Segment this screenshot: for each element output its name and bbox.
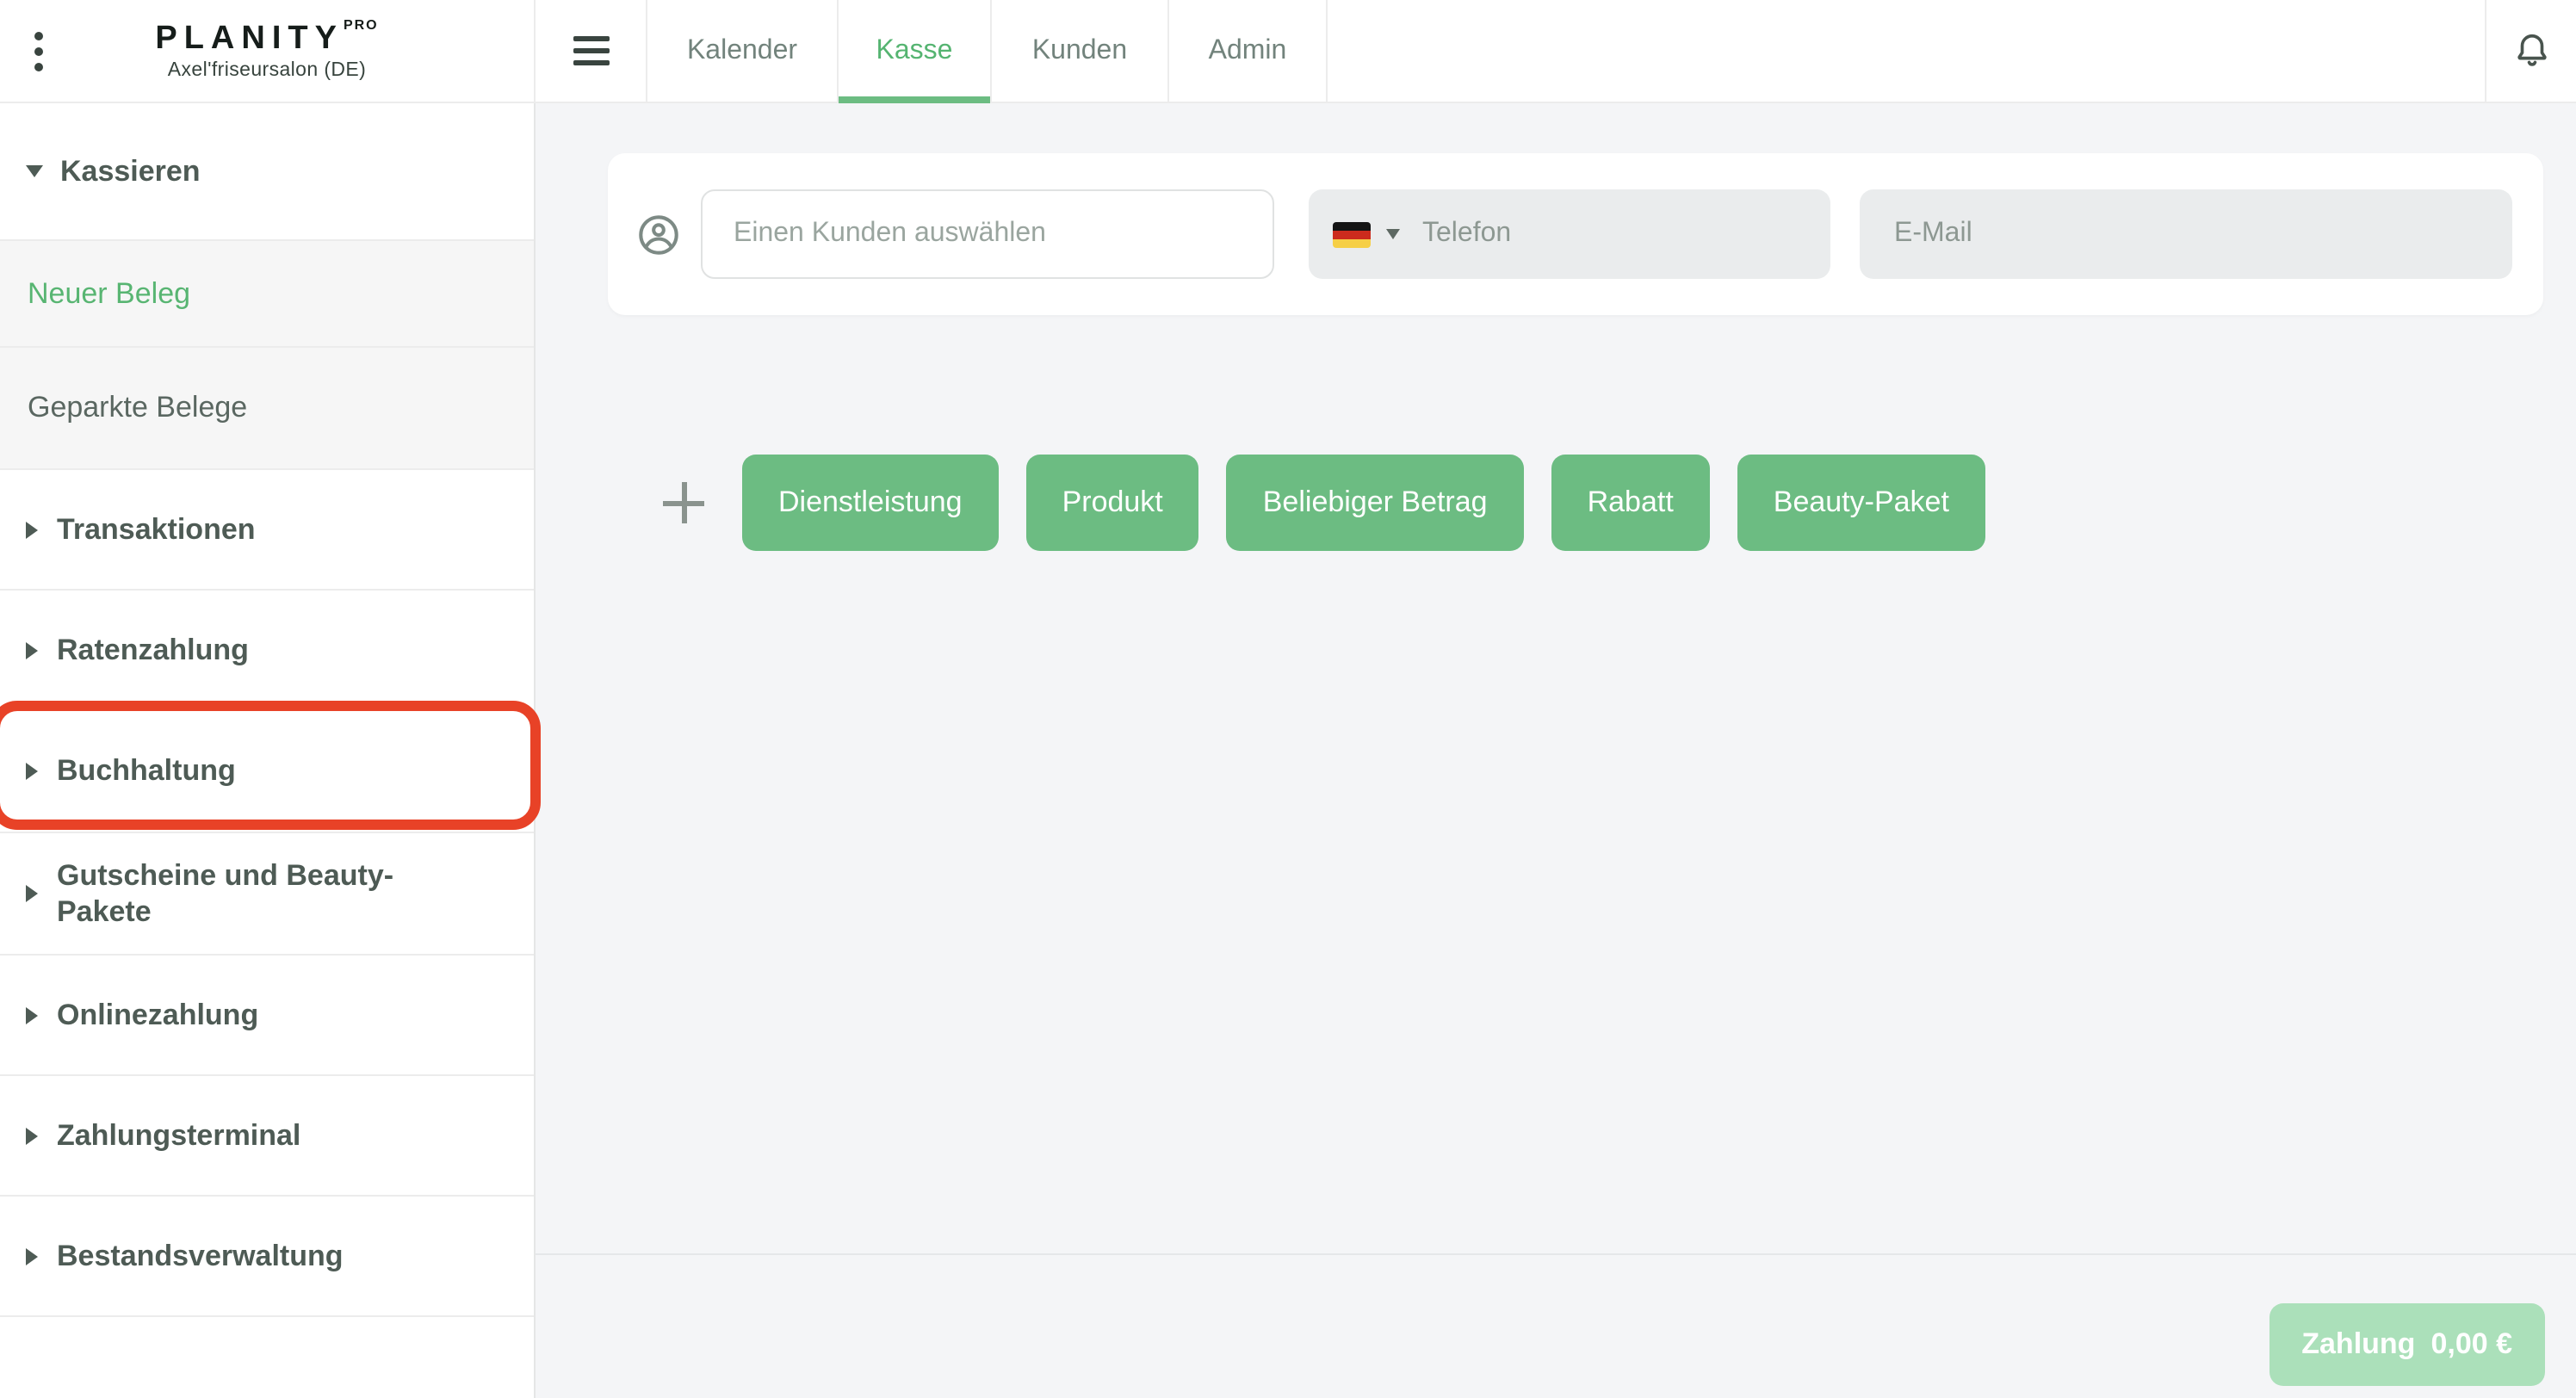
tab-kasse[interactable]: Kasse bbox=[837, 0, 990, 103]
person-circle-icon bbox=[639, 214, 678, 254]
bell-icon bbox=[2517, 34, 2546, 66]
app-root: PLANITYPRO Axel'friseursalon (DE) Kalend… bbox=[0, 0, 2576, 1398]
tab-admin[interactable]: Admin bbox=[1167, 0, 1328, 102]
germany-flag-icon[interactable] bbox=[1333, 221, 1371, 247]
kebab-menu-icon[interactable] bbox=[34, 24, 43, 77]
chevron-down-icon bbox=[26, 165, 43, 177]
brand-panel: PLANITYPRO Axel'friseursalon (DE) bbox=[0, 0, 536, 102]
account-name: Axel'friseursalon (DE) bbox=[167, 59, 367, 80]
email-input[interactable] bbox=[1894, 219, 2478, 250]
main-content: Dienstleistung Produkt Beliebiger Betrag… bbox=[536, 103, 2576, 1398]
sidebar: Kassieren Neuer Beleg Geparkte Belege Tr… bbox=[0, 103, 536, 1398]
sidebar-item-geparkte-belege[interactable]: Geparkte Belege bbox=[0, 348, 534, 470]
chevron-right-icon bbox=[26, 521, 38, 538]
sidebar-item-zahlungsterminal[interactable]: Zahlungsterminal bbox=[0, 1076, 534, 1197]
chevron-right-icon bbox=[26, 1127, 38, 1144]
checkout-footer: Zahlung 0,00 € bbox=[536, 1253, 2576, 1398]
chevron-right-icon bbox=[26, 763, 38, 780]
active-tab-underline bbox=[839, 96, 990, 103]
sidebar-item-onlinezahlung[interactable]: Onlinezahlung bbox=[0, 956, 534, 1076]
phone-input[interactable] bbox=[1422, 219, 1806, 250]
payment-label: Zahlung bbox=[2301, 1327, 2416, 1360]
sidebar-item-kassieren[interactable]: Kassieren bbox=[0, 103, 534, 241]
email-field bbox=[1860, 189, 2512, 279]
logo: PLANITYPRO Axel'friseursalon (DE) bbox=[155, 16, 379, 80]
tab-kunden[interactable]: Kunden bbox=[990, 0, 1167, 102]
sidebar-item-bestandsverwaltung[interactable]: Bestandsverwaltung bbox=[0, 1197, 534, 1317]
main-nav: Kalender Kasse Kunden Admin bbox=[536, 0, 2576, 103]
customer-select-input[interactable] bbox=[701, 189, 1274, 279]
sidebar-item-ratenzahlung[interactable]: Ratenzahlung bbox=[0, 591, 534, 711]
customer-card bbox=[608, 153, 2543, 315]
sidebar-item-neuer-beleg[interactable]: Neuer Beleg bbox=[0, 241, 534, 348]
phone-field bbox=[1309, 189, 1830, 279]
sidebar-item-transaktionen[interactable]: Transaktionen bbox=[0, 470, 534, 591]
brand-pro-badge: PRO bbox=[343, 16, 379, 32]
chevron-down-icon[interactable] bbox=[1386, 229, 1400, 239]
rabatt-button[interactable]: Rabatt bbox=[1551, 455, 1710, 551]
sidebar-item-buchhaltung[interactable]: Buchhaltung bbox=[0, 711, 534, 833]
plus-icon[interactable] bbox=[663, 482, 704, 523]
chevron-right-icon bbox=[26, 1006, 38, 1024]
brand-name: PLANITYPRO bbox=[155, 16, 379, 56]
beliebiger-betrag-button[interactable]: Beliebiger Betrag bbox=[1226, 455, 1524, 551]
top-header: PLANITYPRO Axel'friseursalon (DE) Kalend… bbox=[0, 0, 2576, 103]
dienstleistung-button[interactable]: Dienstleistung bbox=[742, 455, 999, 551]
sidebar-item-gutscheine-beauty-pakete[interactable]: Gutscheine und Beauty-Pakete bbox=[0, 833, 534, 956]
tab-kalender[interactable]: Kalender bbox=[646, 0, 837, 102]
chevron-right-icon bbox=[26, 885, 38, 902]
payment-button[interactable]: Zahlung 0,00 € bbox=[2269, 1303, 2545, 1386]
beauty-paket-button[interactable]: Beauty-Paket bbox=[1737, 455, 1985, 551]
chevron-right-icon bbox=[26, 641, 38, 659]
payment-amount: 0,00 € bbox=[2430, 1327, 2512, 1360]
produkt-button[interactable]: Produkt bbox=[1025, 455, 1199, 551]
quick-actions-row: Dienstleistung Produkt Beliebiger Betrag… bbox=[663, 455, 2013, 551]
notifications-button[interactable] bbox=[2485, 0, 2576, 102]
chevron-right-icon bbox=[26, 1247, 38, 1265]
hamburger-menu-icon[interactable] bbox=[573, 29, 610, 72]
